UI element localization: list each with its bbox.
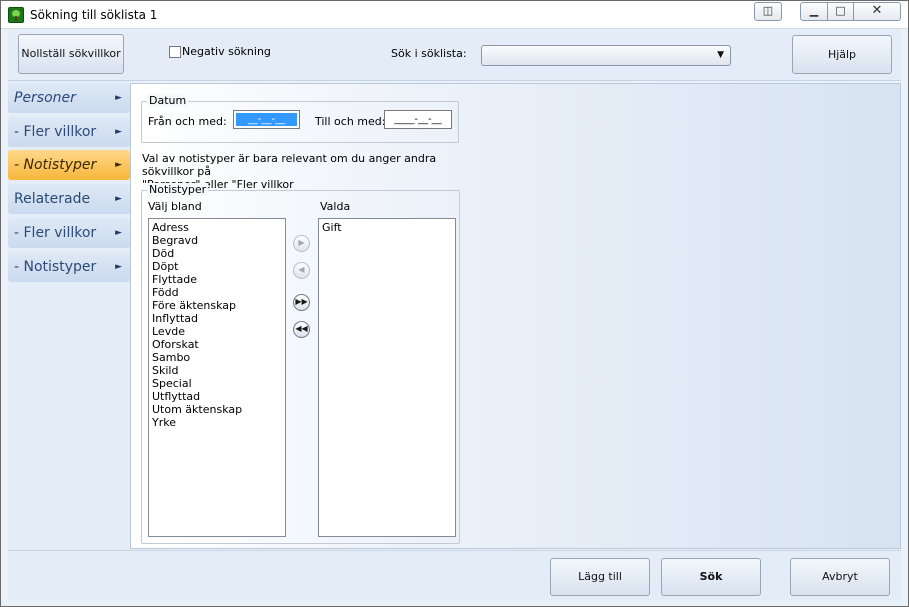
- sidebar-item-label: - Fler villkor: [14, 225, 97, 241]
- list-item[interactable]: Född: [152, 286, 282, 299]
- window-title: Sökning till söklista 1: [30, 8, 158, 22]
- list-item[interactable]: Sambo: [152, 351, 282, 364]
- sidebar-item-label: Relaterade: [14, 191, 91, 207]
- sidebar-item-label: Personer: [14, 90, 76, 106]
- add-one-button[interactable]: ▶: [293, 235, 310, 252]
- caret-right-icon: ►: [115, 194, 122, 204]
- bottom-bar: Lägg till Sök Avbryt: [8, 550, 901, 601]
- add-button[interactable]: Lägg till: [550, 558, 650, 596]
- remove-one-button[interactable]: ◀: [293, 262, 310, 279]
- info-text-line-1: Val av notistyper är bara relevant om du…: [142, 152, 437, 178]
- list-item[interactable]: Död: [152, 247, 282, 260]
- close-icon: ✕: [871, 3, 883, 18]
- list-item[interactable]: Utflyttad: [152, 390, 282, 403]
- maximize-button[interactable]: □: [827, 2, 854, 21]
- list-item[interactable]: Adress: [152, 221, 282, 234]
- restore-layout-button[interactable]: ◫: [754, 2, 782, 21]
- help-button[interactable]: Hjälp: [792, 35, 892, 74]
- available-types-list[interactable]: Adress Begravd Död Döpt Flyttade Född Fö…: [148, 218, 286, 537]
- search-list-label: Sök i söklista:: [391, 47, 467, 60]
- list-item[interactable]: Döpt: [152, 260, 282, 273]
- minimize-icon: ▁: [809, 4, 819, 17]
- main-panel: Datum Från och med: __-__-__ Till och me…: [130, 83, 901, 549]
- negative-search-checkbox[interactable]: [169, 46, 181, 58]
- from-date-input[interactable]: __-__-__: [233, 110, 300, 129]
- caret-right-icon: ►: [115, 228, 122, 238]
- negative-search-label[interactable]: Negativ sökning: [182, 45, 271, 58]
- sidebar-item-personer[interactable]: Personer ►: [8, 83, 130, 113]
- sidebar-item-relaterade-notistyper[interactable]: - Notistyper ►: [8, 252, 130, 282]
- list-item[interactable]: Flyttade: [152, 273, 282, 286]
- list-item[interactable]: Utom äktenskap: [152, 403, 282, 416]
- sidebar-item-fler-villkor[interactable]: - Fler villkor ►: [8, 117, 130, 147]
- caret-right-icon: ►: [115, 262, 122, 272]
- double-arrow-left-icon: ◀◀: [295, 324, 308, 333]
- top-toolbar: Nollställ sökvillkor Negativ sökning Sök…: [8, 29, 901, 81]
- to-date-label: Till och med:: [315, 115, 386, 128]
- selected-types-list[interactable]: Gift: [318, 218, 456, 537]
- from-date-label: Från och med:: [148, 115, 227, 128]
- reset-criteria-button[interactable]: Nollställ sökvillkor: [18, 34, 124, 74]
- sidebar-item-label: - Fler villkor: [14, 124, 97, 140]
- from-date-value: __-__-__: [236, 113, 297, 126]
- list-item[interactable]: Inflyttad: [152, 312, 282, 325]
- datum-group: Datum Från och med: __-__-__ Till och me…: [141, 94, 459, 143]
- sidebar-item-label: - Notistyper: [14, 259, 97, 275]
- sidebar-item-notistyper[interactable]: - Notistyper ►: [8, 150, 130, 180]
- chevron-down-icon: ▼: [717, 50, 724, 60]
- notistyper-group: Notistyper Välj bland Valda Adress Begra…: [141, 183, 460, 544]
- cancel-button[interactable]: Avbryt: [790, 558, 890, 596]
- search-dialog-window: Sökning till söklista 1 ◫ ▁ □ ✕ Nollstäl…: [0, 0, 909, 607]
- sidebar-item-label: - Notistyper: [14, 157, 97, 173]
- close-button[interactable]: ✕: [853, 2, 901, 21]
- list-item[interactable]: Skild: [152, 364, 282, 377]
- list-item[interactable]: Special: [152, 377, 282, 390]
- list-item[interactable]: Levde: [152, 325, 282, 338]
- selected-list-label: Valda: [320, 200, 351, 213]
- list-item[interactable]: Begravd: [152, 234, 282, 247]
- list-item[interactable]: Yrke: [152, 416, 282, 429]
- search-button[interactable]: Sök: [661, 558, 761, 596]
- caret-right-icon: ►: [115, 127, 122, 137]
- arrow-right-icon: ▶: [298, 238, 305, 247]
- double-arrow-right-icon: ▶▶: [295, 297, 308, 306]
- sidebar-item-relaterade[interactable]: Relaterade ►: [8, 184, 130, 214]
- list-item[interactable]: Gift: [322, 221, 452, 234]
- add-all-button[interactable]: ▶▶: [293, 294, 310, 311]
- minimize-button[interactable]: ▁: [800, 2, 828, 21]
- caret-right-icon: ►: [115, 160, 122, 170]
- sidebar: Personer ► - Fler villkor ► - Notistyper…: [8, 81, 130, 551]
- restore-layout-icon: ◫: [762, 4, 774, 17]
- maximize-icon: □: [835, 4, 846, 17]
- sidebar-item-relaterade-fler-villkor[interactable]: - Fler villkor ►: [8, 218, 130, 248]
- title-bar: Sökning till söklista 1 ◫ ▁ □ ✕: [1, 1, 908, 29]
- search-list-dropdown[interactable]: ▼: [481, 45, 731, 66]
- tree-app-icon: [8, 7, 24, 23]
- to-date-input[interactable]: ____-__-__: [384, 110, 452, 129]
- list-item[interactable]: Före äktenskap: [152, 299, 282, 312]
- caret-right-icon: ►: [115, 93, 122, 103]
- available-list-label: Välj bland: [148, 200, 202, 213]
- arrow-left-icon: ◀: [298, 265, 305, 274]
- notistyper-group-title: Notistyper: [147, 183, 209, 196]
- datum-group-title: Datum: [147, 94, 189, 107]
- list-item[interactable]: Oforskat: [152, 338, 282, 351]
- remove-all-button[interactable]: ◀◀: [293, 321, 310, 338]
